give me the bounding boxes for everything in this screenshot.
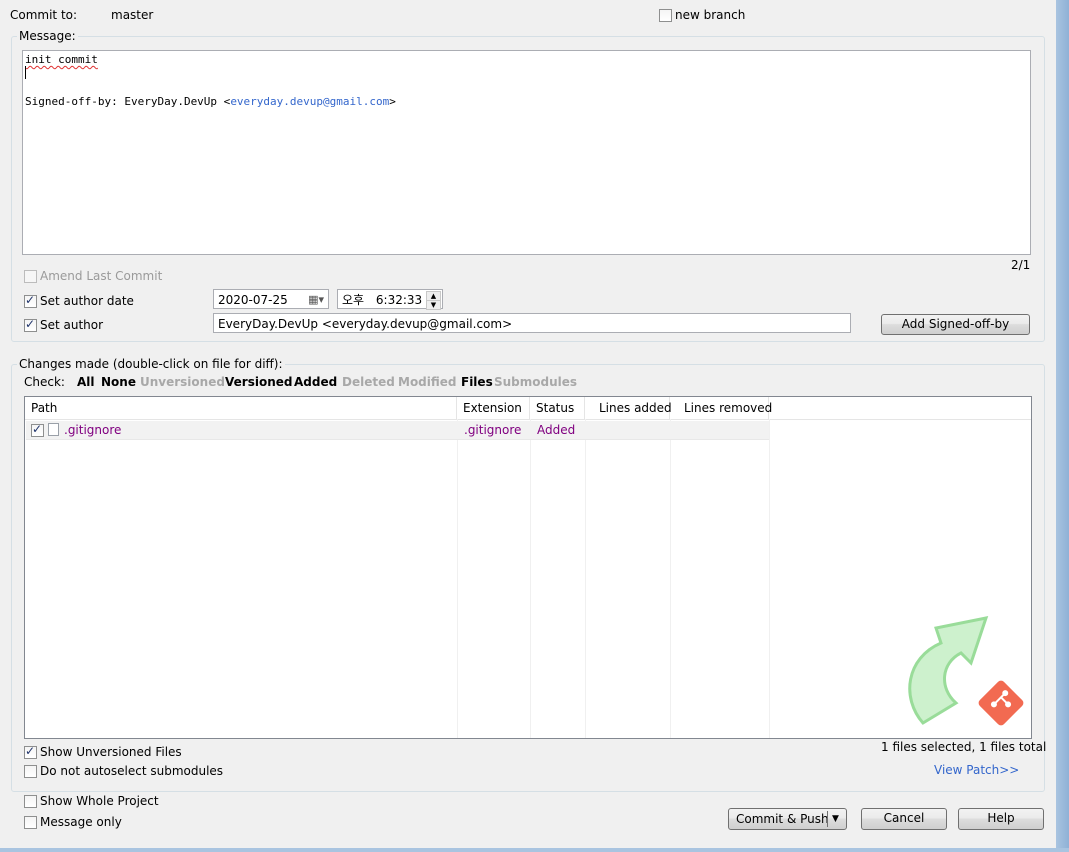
column-divider bbox=[585, 419, 586, 738]
window-border-bottom bbox=[0, 848, 1069, 852]
show-unversioned-checkbox[interactable] bbox=[24, 744, 37, 759]
author-time-value: 6:32:33 bbox=[375, 293, 423, 307]
message-signoff-line: Signed-off-by: EveryDay.DevUp <everyday.… bbox=[25, 95, 396, 108]
list-header: Path Extension Status Lines added Lines … bbox=[25, 397, 1031, 420]
author-date-value: 2020-07-25 bbox=[218, 293, 288, 307]
cancel-button[interactable]: Cancel bbox=[861, 808, 947, 830]
signoff-email-link[interactable]: everyday.devup@gmail.com bbox=[230, 95, 389, 108]
column-header-lines-removed[interactable]: Lines removed bbox=[670, 397, 772, 419]
file-row-checkbox[interactable] bbox=[31, 422, 44, 437]
commit-to-label: Commit to: bbox=[10, 8, 78, 22]
message-line-1: init commit bbox=[25, 53, 98, 66]
column-divider bbox=[769, 419, 770, 738]
file-status: Added bbox=[537, 423, 576, 437]
file-path: .gitignore bbox=[64, 423, 122, 437]
author-date-picker[interactable]: 2020-07-25 ▦▾ bbox=[213, 289, 329, 309]
filter-modified[interactable]: Modified bbox=[398, 375, 457, 389]
changes-group-label: Changes made (double-click on file for d… bbox=[17, 357, 285, 371]
check-label: Check: bbox=[24, 375, 65, 389]
show-unversioned-label: Show Unversioned Files bbox=[40, 745, 182, 759]
window-border-right bbox=[1056, 0, 1069, 852]
show-whole-project-checkbox[interactable] bbox=[24, 795, 37, 808]
filter-none[interactable]: None bbox=[101, 375, 136, 389]
split-divider bbox=[827, 811, 828, 827]
column-divider bbox=[670, 419, 671, 738]
filter-files[interactable]: Files bbox=[461, 375, 493, 389]
amend-checkbox[interactable] bbox=[24, 270, 37, 283]
column-header-lines-added[interactable]: Lines added bbox=[585, 397, 672, 419]
new-branch-checkbox[interactable] bbox=[659, 9, 672, 22]
show-whole-project-label: Show Whole Project bbox=[40, 794, 159, 808]
filter-submodules[interactable]: Submodules bbox=[494, 375, 577, 389]
table-row[interactable]: .gitignore .gitignore Added bbox=[26, 421, 769, 440]
message-only-label: Message only bbox=[40, 815, 122, 829]
changes-file-list[interactable]: Path Extension Status Lines added Lines … bbox=[24, 396, 1032, 739]
commit-push-label: Commit & Push bbox=[736, 812, 829, 826]
new-branch-label: new branch bbox=[675, 8, 746, 22]
help-button[interactable]: Help bbox=[958, 808, 1044, 830]
set-author-label: Set author bbox=[40, 318, 104, 332]
amend-label: Amend Last Commit bbox=[40, 269, 163, 283]
branch-name: master bbox=[111, 8, 154, 22]
message-counter: 2/1 bbox=[1011, 258, 1031, 272]
no-autoselect-submodules-checkbox[interactable] bbox=[24, 765, 37, 778]
filter-deleted[interactable]: Deleted bbox=[342, 375, 395, 389]
filter-added[interactable]: Added bbox=[294, 375, 337, 389]
selection-summary: 1 files selected, 1 files total bbox=[881, 740, 1047, 754]
view-patch-link[interactable]: View Patch>> bbox=[934, 763, 1019, 777]
text-cursor bbox=[25, 66, 26, 79]
filter-versioned[interactable]: Versioned bbox=[225, 375, 292, 389]
column-header-extension[interactable]: Extension bbox=[457, 397, 530, 419]
author-time-ampm: 오후 bbox=[342, 293, 365, 307]
commit-push-button[interactable]: Commit & Push ▼ bbox=[728, 808, 847, 830]
no-autoselect-submodules-label: Do not autoselect submodules bbox=[40, 764, 224, 778]
calendar-icon[interactable]: ▦▾ bbox=[308, 290, 324, 310]
add-signed-off-by-button[interactable]: Add Signed-off-by bbox=[881, 314, 1030, 335]
time-spin-down-icon[interactable]: ▼ bbox=[426, 300, 441, 310]
message-group-label: Message: bbox=[17, 29, 78, 43]
file-icon bbox=[48, 423, 59, 436]
message-only-checkbox[interactable] bbox=[24, 816, 37, 829]
filter-all[interactable]: All bbox=[77, 375, 95, 389]
author-input[interactable]: EveryDay.DevUp <everyday.devup@gmail.com… bbox=[213, 313, 851, 333]
column-divider bbox=[530, 419, 531, 738]
filter-unversioned[interactable]: Unversioned bbox=[140, 375, 225, 389]
column-header-status[interactable]: Status bbox=[530, 397, 585, 419]
file-extension: .gitignore bbox=[464, 423, 522, 437]
author-time-picker[interactable]: 오후 6:32:33 ▲ ▼ bbox=[337, 289, 443, 310]
commit-message-editor[interactable]: init commit Signed-off-by: EveryDay.DevU… bbox=[22, 50, 1031, 255]
column-header-path[interactable]: Path bbox=[25, 397, 457, 419]
set-author-date-checkbox[interactable] bbox=[24, 293, 37, 308]
tortoisegit-logo-icon bbox=[908, 616, 1024, 726]
column-divider bbox=[457, 419, 458, 738]
set-author-date-label: Set author date bbox=[40, 294, 134, 308]
dropdown-arrow-icon[interactable]: ▼ bbox=[832, 810, 839, 829]
set-author-checkbox[interactable] bbox=[24, 317, 37, 332]
